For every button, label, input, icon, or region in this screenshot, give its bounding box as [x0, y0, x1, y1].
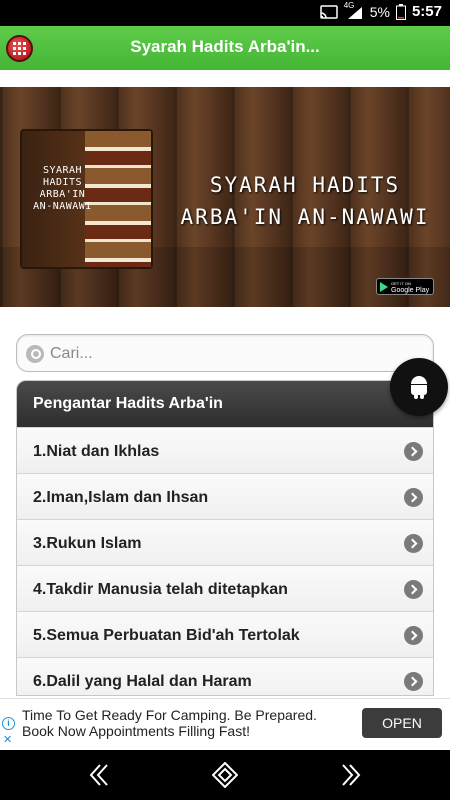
- book-cover-image: SYARAH HADITS ARBA'IN AN-NAWAWI: [20, 129, 153, 269]
- list-item[interactable]: 1.Niat dan Ikhlas: [17, 427, 433, 473]
- ad-text-line2: Book Now Appointments Filling Fast!: [22, 723, 250, 739]
- mobile-signal-icon: 4G: [344, 1, 364, 20]
- list-item-label: 3.Rukun Islam: [33, 535, 142, 552]
- banner-title-line1: SYARAH HADITS: [209, 173, 401, 197]
- list-item-label: 6.Dalil yang Halal dan Haram: [33, 673, 252, 690]
- google-play-label: Google Play: [391, 286, 430, 294]
- recents-icon[interactable]: [338, 762, 364, 788]
- chevron-right-icon: [404, 672, 423, 691]
- chevron-right-icon: [404, 580, 423, 599]
- status-icons: 4G 5% 5:57: [319, 1, 442, 20]
- android-fab-button[interactable]: [390, 358, 448, 416]
- ad-open-button[interactable]: OPEN: [362, 708, 442, 738]
- navigation-bar: [0, 750, 450, 800]
- banner-title-line2: ARBA'IN AN-NAWAWI: [180, 205, 430, 229]
- list-item[interactable]: 3.Rukun Islam: [17, 519, 433, 565]
- list-item-label: 4.Takdir Manusia telah ditetapkan: [33, 581, 288, 598]
- chevron-right-icon: [404, 442, 423, 461]
- list-item-label: 2.Iman,Islam dan Ihsan: [33, 489, 209, 506]
- app-title: Syarah Hadits Arba'in...: [130, 37, 320, 56]
- list-item[interactable]: 4.Takdir Manusia telah ditetapkan: [17, 565, 433, 611]
- ad-info-icon[interactable]: i: [2, 717, 15, 730]
- google-play-icon: [380, 281, 388, 292]
- google-play-badge[interactable]: GET IT ON Google Play: [376, 278, 434, 295]
- list-item-label: 5.Semua Perbuatan Bid'ah Tertolak: [33, 627, 300, 644]
- list-item[interactable]: 2.Iman,Islam dan Ihsan: [17, 473, 433, 519]
- ad-text-line1: Time To Get Ready For Camping. Be Prepar…: [22, 707, 317, 723]
- ad-close-icon[interactable]: ✕: [3, 733, 12, 746]
- app-bar: Syarah Hadits Arba'in...: [0, 26, 450, 70]
- android-icon: [410, 376, 428, 399]
- book-cover-text: SYARAH HADITS ARBA'IN AN-NAWAWI: [33, 165, 92, 212]
- search-bar: [16, 334, 434, 372]
- chevron-right-icon: [404, 488, 423, 507]
- cast-icon: [319, 4, 338, 19]
- list-item[interactable]: 5.Semua Perbuatan Bid'ah Tertolak: [17, 611, 433, 657]
- clock: 5:57: [411, 3, 442, 20]
- search-icon: [26, 345, 44, 363]
- chevron-right-icon: [404, 626, 423, 645]
- hero-banner: SYARAH HADITS ARBA'IN AN-NAWAWI SYARAH H…: [0, 87, 450, 307]
- google-play-get-it-on: GET IT ON: [391, 280, 411, 286]
- book-stack-graphic: [85, 131, 151, 267]
- search-input[interactable]: [50, 342, 420, 366]
- home-icon[interactable]: [212, 762, 238, 788]
- list-header: Pengantar Hadits Arba'in: [17, 381, 433, 427]
- status-bar: 4G 5% 5:57: [0, 0, 450, 26]
- chevron-right-icon: [404, 534, 423, 553]
- list-item[interactable]: 6.Dalil yang Halal dan Haram: [17, 657, 433, 695]
- ad-text: Time To Get Ready For Camping. Be Prepar…: [22, 707, 342, 739]
- chapter-list: Pengantar Hadits Arba'in 1.Niat dan Ikhl…: [16, 380, 434, 696]
- back-icon[interactable]: [86, 762, 112, 788]
- battery-icon: [395, 3, 406, 20]
- list-item-label: 1.Niat dan Ikhlas: [33, 443, 160, 460]
- battery-percent: 5%: [369, 3, 390, 20]
- ad-banner[interactable]: i ✕ Time To Get Ready For Camping. Be Pr…: [0, 698, 450, 748]
